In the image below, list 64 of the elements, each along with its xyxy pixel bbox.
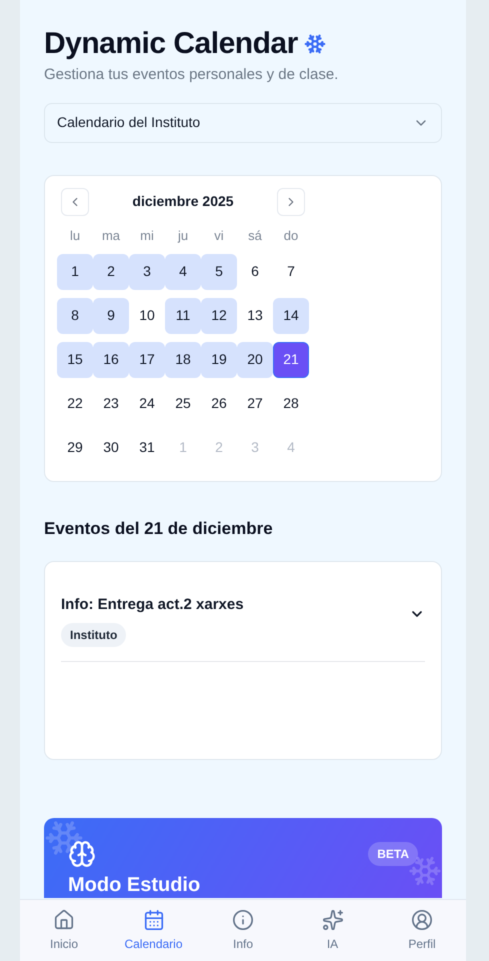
weekday-label: vi bbox=[213, 226, 225, 244]
snowflake-icon bbox=[408, 854, 442, 888]
weekday-label: lu bbox=[68, 226, 82, 244]
calendar-day[interactable]: 5 bbox=[201, 254, 237, 290]
app-title: Dynamic Calendar bbox=[44, 26, 298, 62]
sparkle-icon bbox=[322, 908, 344, 930]
calendar-day[interactable]: 31 bbox=[129, 430, 165, 466]
calendar-day[interactable]: 18 bbox=[165, 342, 201, 378]
calendar-day[interactable]: 9 bbox=[93, 298, 129, 334]
calendar-day[interactable]: 29 bbox=[57, 430, 93, 466]
calendar-day[interactable]: 19 bbox=[201, 342, 237, 378]
info-icon bbox=[232, 908, 254, 930]
home-icon bbox=[53, 908, 75, 930]
calendar-day[interactable]: 20 bbox=[237, 342, 273, 378]
calendar-day[interactable]: 8 bbox=[57, 298, 93, 334]
calendar-day[interactable]: 27 bbox=[237, 386, 273, 422]
brain-icon bbox=[68, 840, 96, 868]
calendar-day[interactable]: 7 bbox=[273, 254, 309, 290]
calendar-day[interactable]: 6 bbox=[237, 254, 273, 290]
calendar-day[interactable]: 13 bbox=[237, 298, 273, 334]
calendar-day[interactable]: 1 bbox=[57, 254, 93, 290]
nav-tab[interactable]: Inicio bbox=[24, 908, 104, 952]
calendar-day[interactable]: 14 bbox=[273, 298, 309, 334]
event-tag: Instituto bbox=[61, 622, 126, 646]
calendar-select[interactable]: Calendario del Instituto bbox=[44, 102, 442, 142]
calendar-day[interactable]: 15 bbox=[57, 342, 93, 378]
calendar-day[interactable]: 4 bbox=[165, 254, 201, 290]
event-item[interactable]: Info: Entrega act.2 xarxes Instituto bbox=[61, 594, 425, 662]
calendar-day[interactable]: 16 bbox=[93, 342, 129, 378]
nav-tab[interactable]: IA bbox=[292, 908, 372, 952]
subtitle: Gestiona tus eventos personales y de clase. bbox=[44, 65, 340, 85]
nav-tab[interactable]: Perfil bbox=[382, 908, 462, 952]
events-heading: Eventos del 21 de diciembre bbox=[44, 518, 274, 540]
calendar-day[interactable]: 30 bbox=[93, 430, 129, 466]
calendar-day[interactable]: 12 bbox=[201, 298, 237, 334]
weekday-label: ma bbox=[100, 226, 122, 244]
profile-icon bbox=[411, 908, 433, 930]
calendar-day[interactable]: 24 bbox=[129, 386, 165, 422]
calendar-icon bbox=[142, 908, 164, 930]
beta-badge: BETA bbox=[368, 842, 418, 866]
weekday-label: ju bbox=[176, 226, 190, 245]
event-title: Info: Entrega act.2 xarxes bbox=[61, 595, 244, 615]
calendar-day[interactable]: 28 bbox=[273, 386, 309, 422]
study-mode-card[interactable]: BETA Modo Estudio bbox=[44, 818, 442, 898]
weekday-label: sá bbox=[247, 226, 263, 244]
calendar-day[interactable]: 26 bbox=[201, 386, 237, 422]
nav-tab[interactable]: Calendario bbox=[114, 908, 194, 952]
calendar-day[interactable]: 10 bbox=[129, 298, 165, 334]
month-label: diciembre 2025 bbox=[132, 192, 234, 211]
calendar-day[interactable]: 3 bbox=[129, 254, 165, 290]
calendar-day[interactable]: 2 bbox=[93, 254, 129, 290]
nav-tab[interactable]: Info bbox=[203, 908, 283, 952]
previous-month-button[interactable] bbox=[61, 188, 89, 216]
snowflake-icon bbox=[304, 33, 326, 55]
calendar-day[interactable]: 17 bbox=[129, 342, 165, 378]
calendar-day[interactable]: 22 bbox=[57, 386, 93, 422]
calendar-day[interactable]: 11 bbox=[165, 298, 201, 334]
weekday-label: do bbox=[282, 226, 300, 244]
calendar-day[interactable]: 25 bbox=[165, 386, 201, 422]
weekday-label: mi bbox=[139, 226, 155, 244]
study-mode-title: Modo Estudio bbox=[68, 874, 202, 896]
next-month-button[interactable] bbox=[276, 188, 305, 216]
calendar-day[interactable]: 23 bbox=[93, 386, 129, 422]
calendar-day[interactable]: 21 bbox=[273, 342, 309, 378]
